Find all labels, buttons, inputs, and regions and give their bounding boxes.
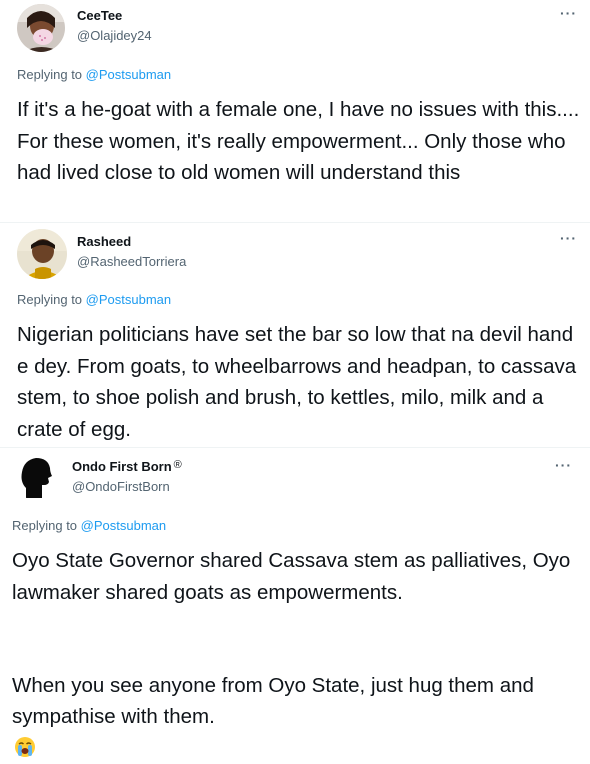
mention-link[interactable]: @Postsubman bbox=[86, 292, 171, 307]
more-dots-icon[interactable]: ··· bbox=[555, 457, 572, 473]
display-name-text: Ondo First Born bbox=[72, 459, 172, 474]
replying-prefix: Replying to bbox=[17, 67, 83, 82]
user-handle[interactable]: @OndoFirstBorn bbox=[72, 479, 170, 494]
mention-link[interactable]: @Postsubman bbox=[86, 67, 171, 82]
replying-to: Replying to @Postsubman bbox=[12, 518, 166, 533]
replying-to: Replying to @Postsubman bbox=[17, 292, 171, 307]
tweet-text: If it's a he-goat with a female one, I h… bbox=[17, 98, 580, 184]
tweet-text-paragraph-2-text: When you see anyone from Oyo State, just… bbox=[12, 673, 534, 729]
replying-to: Replying to @Postsubman bbox=[17, 67, 171, 82]
mention-link[interactable]: @Postsubman bbox=[81, 518, 166, 533]
display-name[interactable]: CeeTee bbox=[77, 8, 122, 23]
tweet-1[interactable]: CeeTee @Olajidey24 ··· Replying to @Post… bbox=[0, 0, 590, 222]
replying-prefix: Replying to bbox=[12, 518, 78, 533]
tweet-3[interactable]: Ondo First Born ® @OndoFirstBorn ··· Repl… bbox=[0, 448, 590, 757]
more-dots-icon[interactable]: ··· bbox=[560, 5, 577, 21]
user-handle[interactable]: @RasheedTorriera bbox=[77, 254, 186, 269]
avatar[interactable] bbox=[17, 4, 65, 52]
avatar[interactable] bbox=[17, 229, 67, 279]
replying-prefix: Replying to bbox=[17, 292, 83, 307]
registered-badge: ® bbox=[173, 459, 182, 471]
avatar[interactable] bbox=[12, 452, 60, 500]
tweet-2[interactable]: Rasheed @RasheedTorriera ··· Replying to… bbox=[0, 223, 590, 447]
more-dots-icon[interactable]: ··· bbox=[560, 230, 577, 246]
loudly-crying-face-icon bbox=[15, 736, 35, 757]
tweet-text-paragraph-2: When you see anyone from Oyo State, just… bbox=[12, 638, 582, 764]
user-avatar-image-icon bbox=[17, 229, 67, 279]
tweet-text: Nigerian politicians have set the bar so… bbox=[17, 323, 577, 441]
user-avatar-image-icon bbox=[17, 4, 65, 52]
tweet-text-paragraph-1: Oyo State Governor shared Cassava stem a… bbox=[12, 549, 571, 604]
display-name[interactable]: Rasheed bbox=[77, 234, 131, 249]
user-handle[interactable]: @Olajidey24 bbox=[77, 28, 152, 43]
silhouette-head-icon bbox=[12, 452, 60, 500]
display-name[interactable]: Ondo First Born ® bbox=[72, 459, 182, 474]
